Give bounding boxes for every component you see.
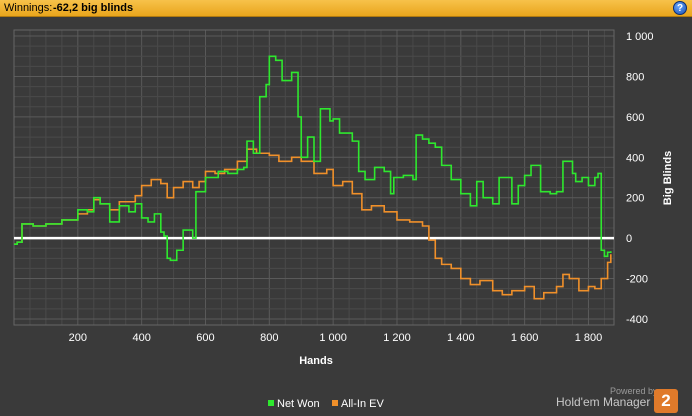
y-tick-label: 0: [626, 233, 632, 245]
x-tick-label: 1 800: [575, 332, 603, 344]
x-tick-label: 400: [132, 332, 150, 344]
legend-swatch: [332, 400, 338, 406]
legend-label: Net Won: [277, 398, 320, 410]
hm2-logo: 2: [654, 389, 678, 413]
x-tick-label: 200: [69, 332, 87, 344]
y-tick-label: 800: [626, 71, 644, 83]
y-tick-label: 600: [626, 112, 644, 124]
winnings-chart: 200 400 600 800 1 000 1 200 1 400 1 600 1 800 1 …: [13, 29, 674, 410]
y-tick-label: 1 000: [626, 31, 654, 43]
y-tick-label: -400: [626, 314, 648, 326]
y-tick-label: -200: [626, 274, 648, 286]
x-tick-label: 1 200: [383, 332, 411, 344]
x-tick-label: 600: [196, 332, 214, 344]
y-tick-label: 200: [626, 193, 644, 205]
legend-label: All-In EV: [341, 398, 384, 410]
x-tick-label: 800: [260, 332, 278, 344]
x-tick-label: 1 600: [511, 332, 539, 344]
y-tick-label: 400: [626, 152, 644, 164]
x-tick-label: 1 400: [447, 332, 475, 344]
legend: Net Won All-In EV: [268, 398, 384, 410]
brand-name: Hold'em Manager: [556, 395, 651, 409]
legend-swatch: [268, 400, 274, 406]
x-tick-labels: 200 400 600 800 1 000 1 200 1 400 1 600 1 800: [69, 332, 603, 344]
x-axis-label: Hands: [299, 355, 333, 367]
y-tick-labels: 1 000 800 600 400 200 0 -200 -400: [626, 31, 654, 326]
y-axis-label: Big Blinds: [662, 151, 674, 205]
x-tick-label: 1 000: [319, 332, 347, 344]
